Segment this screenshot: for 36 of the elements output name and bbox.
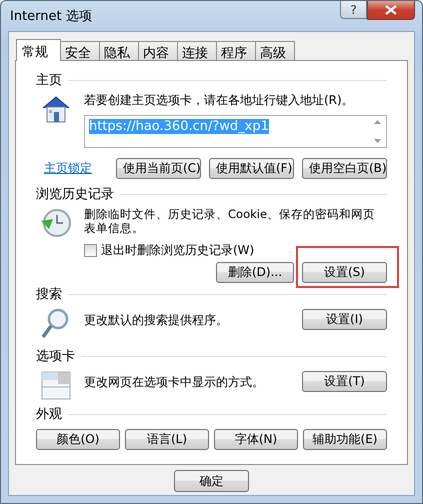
tab[interactable]: 安全	[60, 41, 100, 60]
window-title: Internet 选项	[9, 8, 92, 25]
tab[interactable]: 高级	[255, 41, 295, 60]
settings-button[interactable]: 设置(I)	[302, 309, 387, 330]
description-text: 更改网页在选项卡中显示的方式。	[84, 375, 265, 389]
ok-button[interactable]: 确定	[174, 470, 249, 492]
lock-link[interactable]: 主页锁定	[44, 160, 92, 177]
homepage-button[interactable]: 使用当前页(C)	[116, 158, 201, 179]
section-heading: 搜索	[36, 286, 62, 303]
appearance-button[interactable]: 字体(N)	[214, 429, 298, 450]
history-button[interactable]: 删除(D)...	[216, 262, 294, 283]
homepage-button[interactable]: 使用默认值(F)	[209, 158, 294, 179]
tab[interactable]: 连接	[177, 41, 217, 60]
tab[interactable]: 隐私	[99, 41, 139, 60]
section-heading: 外观	[36, 406, 62, 423]
checkbox-label: 退出时删除浏览历史记录(W)	[101, 242, 254, 259]
checkbox[interactable]	[84, 244, 97, 257]
instruction-text: 若要创建主页选项卡，请在各地址行键入地址(R)。	[84, 93, 355, 107]
homepage-button[interactable]: 使用空白页(B)	[302, 158, 387, 179]
section-heading: 浏览历史记录	[36, 186, 114, 203]
tab[interactable]: 内容	[138, 41, 178, 60]
settings-button[interactable]: 设置(T)	[302, 371, 387, 392]
appearance-button[interactable]: 颜色(O)	[36, 429, 120, 450]
appearance-button[interactable]: 辅助功能(E)	[303, 429, 387, 450]
history-button[interactable]: 设置(S)	[302, 262, 387, 283]
tab[interactable]: 常规	[16, 39, 61, 61]
appearance-button[interactable]: 语言(L)	[125, 429, 209, 450]
close-icon	[385, 5, 397, 15]
help-button[interactable]: ?	[340, 1, 367, 19]
description-text: 删除临时文件、历史记录、Cookie、保存的密码和网页表单信息。	[84, 207, 376, 235]
section-heading: 主页	[36, 72, 62, 89]
tabbed-window-icon	[40, 369, 72, 401]
close-button[interactable]	[367, 1, 415, 20]
section-heading: 选项卡	[36, 348, 75, 365]
tab[interactable]: 程序	[216, 41, 256, 60]
description-text: 更改默认的搜索提供程序。	[84, 313, 229, 327]
